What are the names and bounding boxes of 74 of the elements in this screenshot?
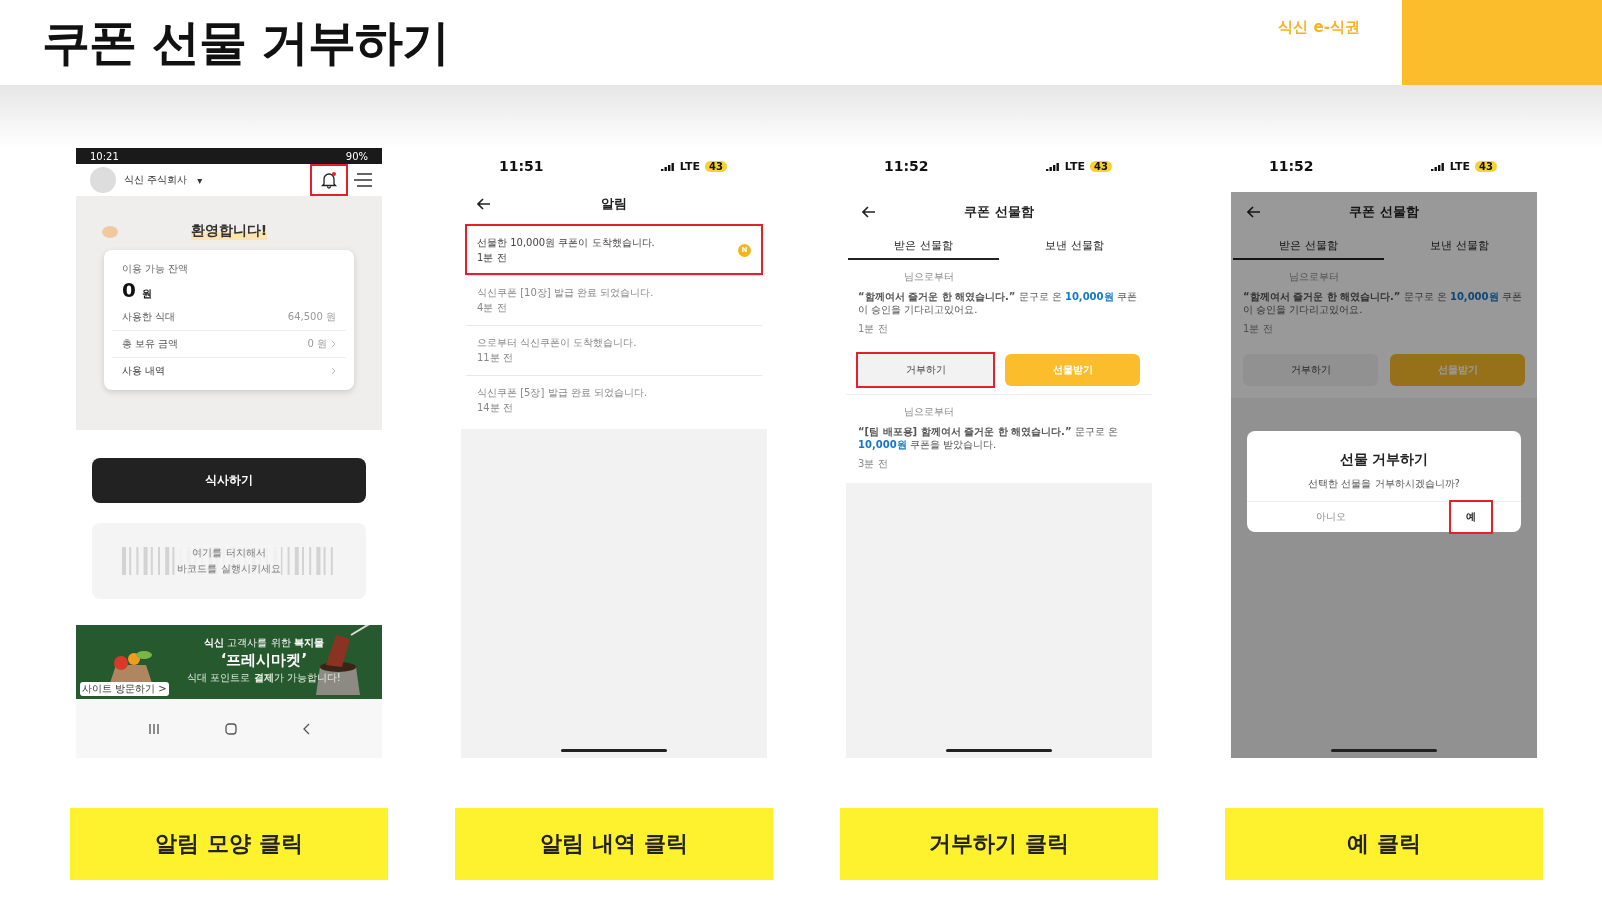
barcode-area[interactable]: 여기를 터치해서 바코드를 실행시키세요 [92,523,366,599]
row-label: 사용한 식대 [122,310,176,324]
tab[interactable]: 받은 선물함 [848,232,999,260]
balance-amount: 0 [122,278,136,302]
confirm-button[interactable]: 예 [1451,502,1491,532]
gift-message: “[팀 배포용] 함께여서 즐거운 한 해였습니다.” 문구로 온 10,000원 쿠폰을 받았습니다. [858,425,1119,451]
screen-title: 쿠폰 선물함 [1349,203,1419,221]
gift-message: “함께여서 즐거운 한 해였습니다.” 문구로 온 10,000원 쿠폰이 승인을 기다리고있어요. [858,290,1138,316]
battery-level: 43 [1475,160,1497,172]
notification-item[interactable]: 식신쿠폰 [10장] 발급 완료 되었습니다. 4분 전 [465,275,763,325]
dialog-message: 선택한 선물을 거부하시겠습니까? [1308,477,1460,491]
battery-level: 43 [705,160,727,172]
status-time: 11:52 [1269,158,1314,174]
notification-item[interactable]: 으로부터 식신쿠폰이 도착했습니다. 11분 전 [465,325,763,375]
home-icon[interactable] [225,722,237,735]
slide-title: 쿠폰 선물 거부하기 [42,12,451,72]
bell-button[interactable] [312,166,346,194]
status-time: 11:52 [884,158,929,174]
signal-icon [1430,161,1445,171]
step-caption: 알림 모양 클릭 [70,808,388,880]
cancel-button[interactable]: 아니오 [1247,502,1415,532]
row-value: 64,500 원 [287,310,336,324]
tab[interactable]: 보낸 선물함 [1384,232,1535,260]
dropdown-caret[interactable]: ▾ [195,174,304,186]
welcome-text: 환영합니다! [190,222,268,240]
screen-title: 알림 [601,195,627,213]
company-name[interactable]: 식신 주식회사 [124,173,188,187]
currency-unit: 원 [141,287,152,301]
brand-logo: 식신 e-식권 [1278,18,1360,37]
back-icon[interactable] [477,198,491,210]
back-icon[interactable] [862,206,876,218]
gift-time: 1분 전 [1243,322,1274,336]
dialog-title: 선물 거부하기 [1339,451,1429,469]
sender-label: 님으로부터 [1288,270,1340,284]
banner-link[interactable]: 사이트 방문하기 > [80,682,169,696]
step-caption: 알림 내역 클릭 [455,808,773,880]
reject-button[interactable]: 거부하기 [1243,354,1378,386]
balance-label: 이용 가능 잔액 [121,262,190,276]
gift-time: 3분 전 [858,457,889,471]
gift-time: 1분 전 [858,322,889,336]
signal-icon [1045,161,1060,171]
battery-level: 90% [345,150,368,162]
status-time: 11:51 [499,158,544,174]
step-caption: 거부하기 클릭 [840,808,1158,880]
tab[interactable]: 받은 선물함 [1233,232,1384,260]
banner-subline: 식대 포인트로 결제가 가능합니다! [187,670,341,685]
row-label: 총 보유 금액 [122,337,179,351]
row-value: 0 원 [307,337,327,351]
step-caption: 예 클릭 [1225,808,1543,880]
battery-level: 43 [1090,160,1112,172]
reject-button[interactable]: 거부하기 [858,354,993,386]
network-label: LTE [1449,159,1471,173]
promo-banner[interactable]: 식신 고객사를 위한 복지몰 ‘프레시마켓’ 식대 포인트로 결제가 가능합니다! 사이트 방문하기 > [76,625,382,699]
banner-title: ‘프레시마켓’ [220,650,308,670]
network-label: LTE [679,159,701,173]
bell-icon [320,171,338,189]
back-icon[interactable] [1247,206,1261,218]
screen-title: 쿠폰 선물함 [964,203,1034,221]
menu-icon[interactable] [354,173,372,187]
banner-headline: 식신 고객사를 위한 복지몰 [204,635,324,650]
meal-button[interactable]: 식사하기 [92,458,366,503]
network-label: LTE [1064,159,1086,173]
row-label: 사용 내역 [122,364,166,378]
sender-label: 님으로부터 [903,405,955,419]
sender-label: 님으로부터 [903,270,955,284]
status-time: 10:21 [90,150,119,162]
recent-apps-icon[interactable] [148,723,161,734]
gift-message: “함께여서 즐거운 한 해였습니다.” 문구로 온 10,000원 쿠폰이 승인을 기다리고있어요. [1243,290,1523,316]
back-icon[interactable] [301,722,310,735]
clap-icon [102,226,118,238]
tab[interactable]: 보낸 선물함 [999,232,1150,260]
notification-item[interactable]: 식신쿠폰 [5장] 발급 완료 되었습니다. 14분 전 [465,375,763,425]
barcode-hint: 여기를 터치해서 바코드를 실행시키세요 [177,545,281,577]
signal-icon [660,161,675,171]
